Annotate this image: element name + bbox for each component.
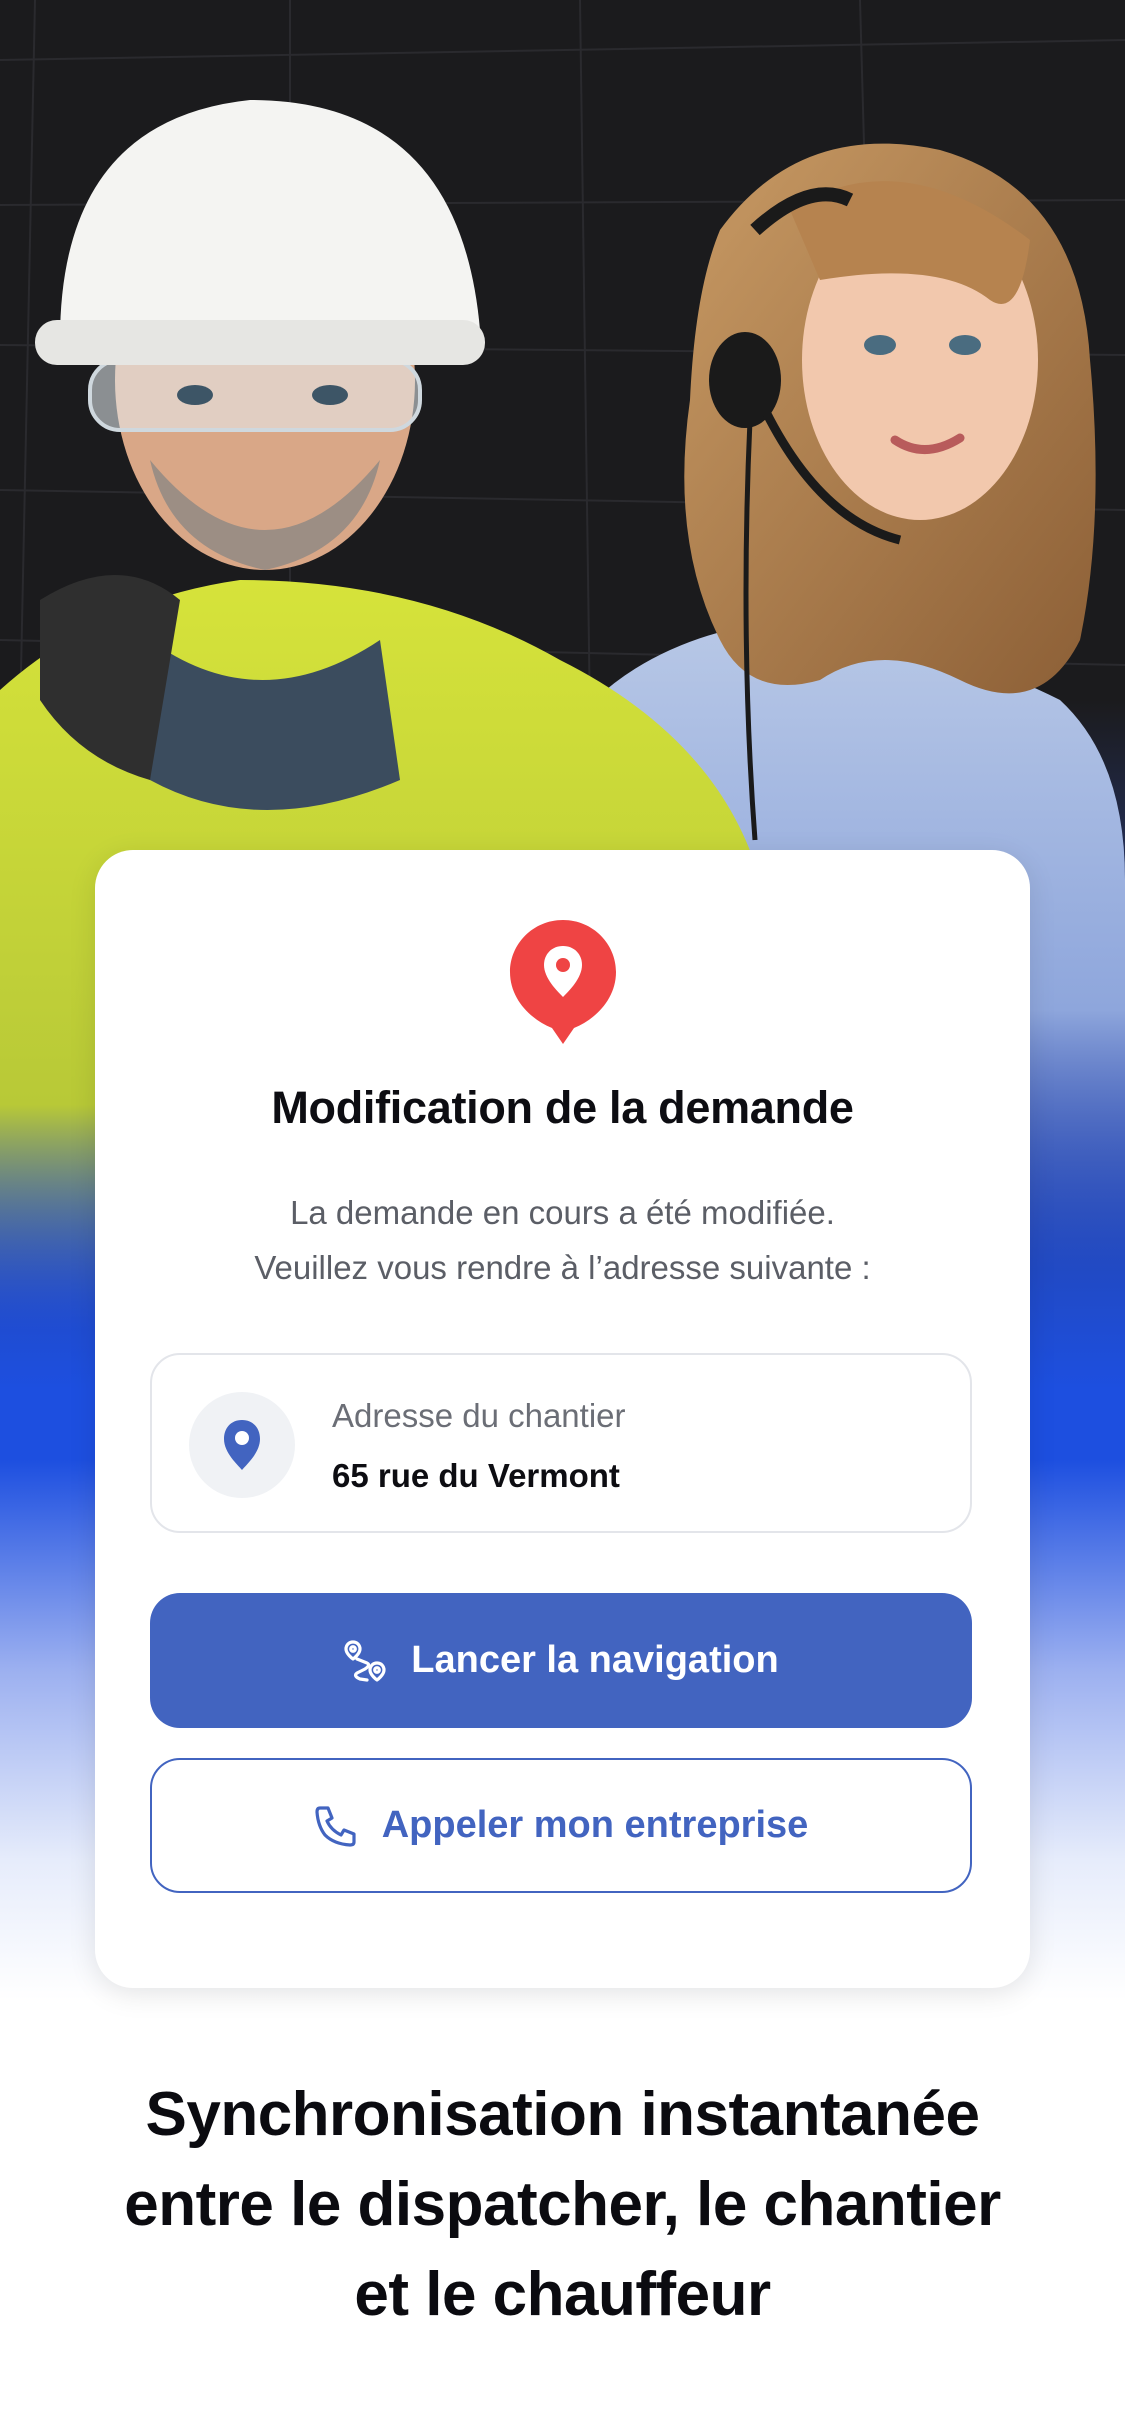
address-label: Adresse du chantier bbox=[332, 1397, 626, 1434]
route-icon bbox=[344, 1639, 386, 1682]
tagline-line: Synchronisation instantanée bbox=[145, 2080, 980, 2149]
card-message-line: Veuillez vous rendre à l’adresse suivant… bbox=[254, 1249, 871, 1286]
map-pin-icon bbox=[224, 1420, 260, 1470]
address-icon-container bbox=[189, 1392, 295, 1498]
card-message: La demande en cours a été modifiée. Veui… bbox=[135, 1185, 990, 1295]
tagline-line: entre le dispatcher, le chantier bbox=[124, 2170, 1001, 2239]
request-modified-card: Modification de la demande La demande en… bbox=[95, 850, 1030, 1988]
start-navigation-button[interactable]: Lancer la navigation bbox=[150, 1593, 972, 1728]
marketing-tagline: Synchronisation instantanée entre le dis… bbox=[0, 2070, 1125, 2340]
phone-icon bbox=[315, 1805, 356, 1847]
address-value[interactable]: 65 rue du Vermont bbox=[332, 1457, 620, 1495]
card-message-line: La demande en cours a été modifiée. bbox=[290, 1194, 835, 1231]
location-pin-icon bbox=[510, 920, 616, 1044]
tagline-line: et le chauffeur bbox=[354, 2260, 771, 2329]
call-company-button[interactable]: Appeler mon entreprise bbox=[150, 1758, 972, 1893]
card-title: Modification de la demande bbox=[271, 1082, 854, 1133]
call-company-label: Appeler mon entreprise bbox=[381, 1804, 809, 1846]
start-navigation-label: Lancer la navigation bbox=[411, 1639, 779, 1681]
address-box: Adresse du chantier 65 rue du Vermont bbox=[150, 1353, 972, 1533]
